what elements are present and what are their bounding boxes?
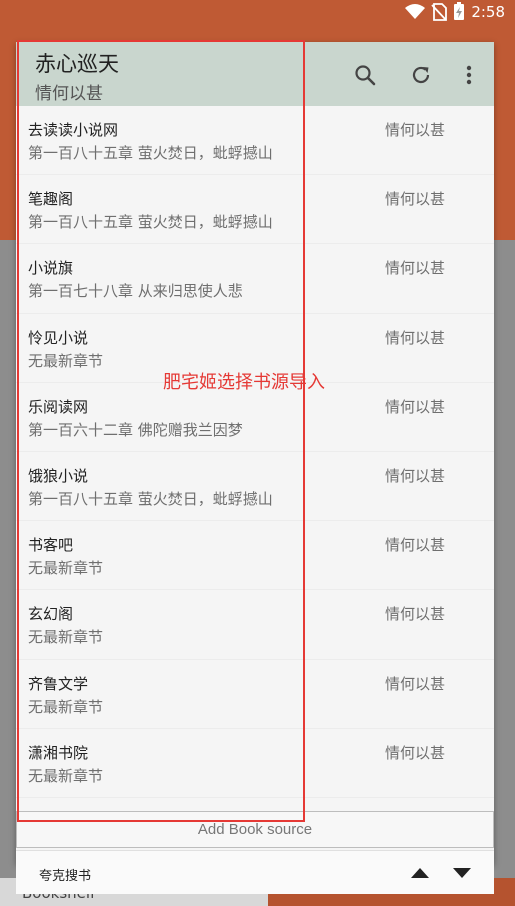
source-author: 情何以甚 <box>385 466 446 485</box>
source-author: 情何以甚 <box>385 674 446 693</box>
search-button[interactable] <box>350 60 380 90</box>
battery-charging-icon <box>454 2 465 20</box>
annotation-text: 肥宅姬选择书源导入 <box>163 372 325 393</box>
triangle-down-icon <box>453 868 471 878</box>
more-options-button[interactable] <box>454 60 484 90</box>
triangle-up-icon <box>411 868 429 878</box>
source-group-bar: 夸克搜书 <box>16 850 494 894</box>
source-author: 情何以甚 <box>385 397 446 416</box>
add-book-source-label: Add Book source <box>197 821 313 838</box>
refresh-button[interactable] <box>406 60 436 90</box>
source-group-label[interactable]: 夸克搜书 <box>39 865 91 884</box>
more-vert-icon <box>466 65 472 85</box>
status-time: 2:58 <box>471 2 505 21</box>
move-up-button[interactable] <box>410 865 430 881</box>
refresh-icon <box>412 66 430 84</box>
source-author: 情何以甚 <box>385 121 446 139</box>
source-author: 情何以甚 <box>385 605 446 624</box>
source-author: 情何以甚 <box>385 328 446 347</box>
source-author: 情何以甚 <box>385 536 446 555</box>
source-author: 情何以甚 <box>385 190 446 209</box>
status-bar: 2:58 <box>0 0 515 24</box>
search-icon <box>355 65 376 86</box>
move-down-button[interactable] <box>452 865 472 881</box>
no-sim-icon <box>431 2 448 21</box>
annotation-highlight-box <box>17 40 305 822</box>
wifi-icon <box>405 3 426 19</box>
source-author: 情何以甚 <box>385 259 446 278</box>
source-author: 情何以甚 <box>385 743 446 762</box>
